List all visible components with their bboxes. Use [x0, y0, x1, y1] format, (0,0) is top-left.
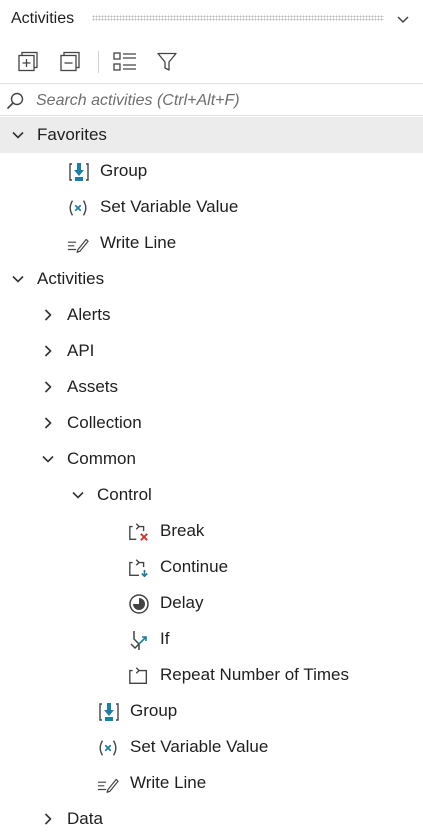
chevron-right-icon[interactable]: [41, 812, 55, 826]
tree-item-label: Write Line: [100, 233, 177, 252]
collapse-all-button[interactable]: [57, 49, 83, 75]
tree-node-label: API: [67, 341, 95, 360]
toolbar: [0, 38, 423, 84]
tree-item-label: If: [160, 629, 170, 648]
tree-item-label: Delay: [160, 593, 204, 612]
list-view-icon: [113, 52, 136, 71]
tree-item-label: Repeat Number of Times: [160, 665, 349, 684]
search-input[interactable]: [36, 88, 416, 113]
tree-node-common[interactable]: Common: [0, 441, 423, 477]
tree-node-label: Collection: [67, 413, 142, 432]
tree-node-favorites[interactable]: Favorites: [0, 117, 423, 153]
if-icon: [130, 631, 147, 650]
tree-item-write-line[interactable]: Write Line: [0, 765, 423, 801]
repeat-icon: [129, 667, 148, 685]
tree-node-alerts[interactable]: Alerts: [0, 297, 423, 333]
filter-button[interactable]: [154, 49, 180, 75]
tree-item-write-line[interactable]: Write Line: [0, 225, 423, 261]
panel-header: Activities: [0, 0, 423, 38]
tree-item-if[interactable]: If: [0, 621, 423, 657]
tree-node-control[interactable]: Control: [0, 477, 423, 513]
tree-item-label: Set Variable Value: [130, 737, 269, 756]
chevron-right-icon[interactable]: [41, 380, 55, 394]
tree-node-assets[interactable]: Assets: [0, 369, 423, 405]
tree-item-break[interactable]: Break: [0, 513, 423, 549]
write-line-icon: [67, 238, 89, 253]
set-variable-icon: [99, 740, 117, 756]
group-icon: [99, 703, 119, 721]
tree-item-label: Set Variable Value: [100, 197, 239, 216]
delay-icon: [129, 594, 149, 614]
break-icon: [129, 523, 148, 541]
tree-item-label: Continue: [160, 557, 229, 576]
chevron-right-icon[interactable]: [41, 344, 55, 358]
search-bar: [0, 85, 423, 116]
expand-all-icon: [18, 51, 38, 72]
tree-node-label: Favorites: [37, 125, 107, 144]
tree-item-set-variable-value[interactable]: Set Variable Value: [0, 189, 423, 225]
chevron-down-icon[interactable]: [71, 488, 85, 502]
continue-icon: [129, 559, 148, 578]
tree-node-label: Common: [67, 449, 136, 468]
tree-node-label: Alerts: [67, 305, 111, 324]
tree-item-repeat-number-of-times[interactable]: Repeat Number of Times: [0, 657, 423, 693]
chevron-down-icon[interactable]: [41, 452, 55, 466]
tree-node-label: Control: [97, 485, 152, 504]
drag-grip[interactable]: [92, 15, 384, 21]
tree-item-set-variable-value[interactable]: Set Variable Value: [0, 729, 423, 765]
chevron-down-icon[interactable]: [395, 11, 411, 27]
tree-node-activities[interactable]: Activities: [0, 261, 423, 297]
chevron-down-icon[interactable]: [11, 272, 25, 286]
chevron-right-icon[interactable]: [41, 416, 55, 430]
tree-node-label: Assets: [67, 377, 119, 396]
tree-node-collection[interactable]: Collection: [0, 405, 423, 441]
tree-item-group[interactable]: Group: [0, 693, 423, 729]
collapse-all-icon: [60, 51, 80, 72]
list-view-button[interactable]: [112, 49, 138, 75]
tree-item-group[interactable]: Group: [0, 153, 423, 189]
tree-node-data[interactable]: Data: [0, 801, 423, 834]
tree-item-label: Group: [130, 701, 178, 720]
tree-item-label: Write Line: [130, 773, 207, 792]
tree-item-continue[interactable]: Continue: [0, 549, 423, 585]
tree-item-label: Break: [160, 521, 205, 540]
tree-item-label: Group: [100, 161, 148, 180]
toolbar-separator: [98, 51, 99, 73]
tree-node-label: Data: [67, 809, 103, 828]
filter-icon: [157, 52, 177, 71]
expand-all-button[interactable]: [15, 49, 41, 75]
chevron-right-icon[interactable]: [41, 308, 55, 322]
tree-node-api[interactable]: API: [0, 333, 423, 369]
chevron-down-icon[interactable]: [11, 128, 25, 142]
set-variable-icon: [69, 200, 87, 216]
search-icon: [6, 92, 24, 110]
panel-title: Activities: [11, 10, 75, 27]
write-line-icon: [97, 778, 119, 793]
group-icon: [69, 163, 89, 181]
tree-item-delay[interactable]: Delay: [0, 585, 423, 621]
tree-node-label: Activities: [37, 269, 105, 288]
